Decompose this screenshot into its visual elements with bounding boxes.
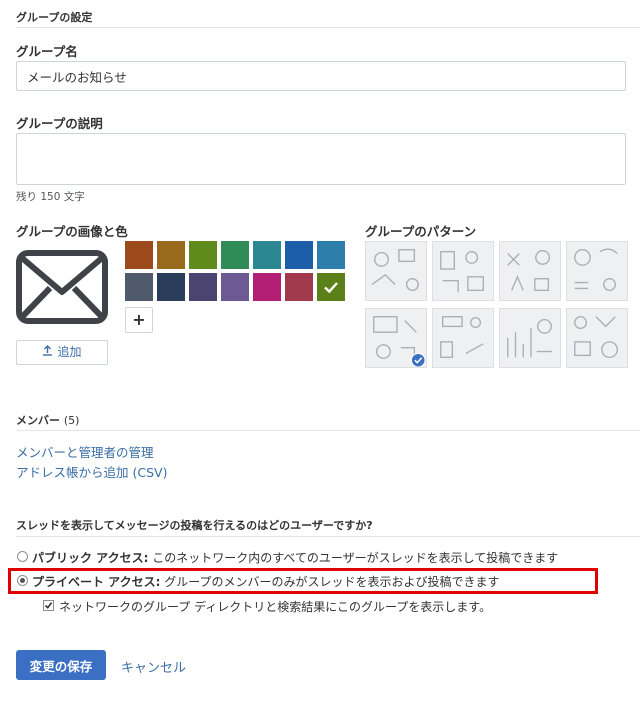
pattern-doodle xyxy=(574,316,618,359)
pattern-tile[interactable] xyxy=(432,308,494,368)
color-swatch[interactable] xyxy=(221,273,249,301)
members-title-text: メンバー xyxy=(16,414,60,427)
color-swatch[interactable] xyxy=(253,273,281,301)
group-name-label: グループ名 xyxy=(16,44,78,59)
pattern-tile[interactable] xyxy=(499,241,561,301)
divider xyxy=(16,27,640,28)
divider xyxy=(16,536,640,537)
manage-members-link[interactable]: メンバーと管理者の管理 xyxy=(16,442,154,461)
color-swatch[interactable] xyxy=(285,241,313,269)
pattern-tile[interactable] xyxy=(432,241,494,301)
check-icon xyxy=(324,282,338,294)
color-swatch[interactable] xyxy=(317,241,345,269)
section-title: グループの設定 xyxy=(16,11,93,24)
color-swatch[interactable] xyxy=(157,241,185,269)
color-swatch[interactable] xyxy=(189,273,217,301)
pattern-doodle xyxy=(440,250,484,293)
members-count: (5) xyxy=(63,414,80,427)
pattern-tile[interactable] xyxy=(566,241,628,301)
upload-label: 追加 xyxy=(57,345,82,359)
pattern-doodle xyxy=(507,318,553,358)
pattern-label: グループのパターン xyxy=(365,224,477,239)
cancel-link[interactable]: キャンセル xyxy=(121,657,186,676)
pattern-doodle xyxy=(574,248,618,292)
image-color-label: グループの画像と色 xyxy=(16,224,128,239)
pattern-doodle xyxy=(507,250,551,292)
pattern-tile[interactable] xyxy=(365,308,427,368)
color-swatch[interactable] xyxy=(285,273,313,301)
add-color-button[interactable]: + xyxy=(125,307,153,333)
upload-image-button[interactable]: 追加 xyxy=(16,340,108,365)
color-swatch[interactable] xyxy=(316,272,346,302)
pattern-doodle xyxy=(371,249,419,292)
divider xyxy=(16,430,640,431)
members-title: メンバー (5) xyxy=(16,412,79,428)
pattern-tile[interactable] xyxy=(365,241,427,301)
directory-checkbox-label[interactable]: ネットワークのグループ ディレクトリと検索結果にこのグループを表示します。 xyxy=(59,598,491,615)
public-access-text: このネットワーク内のすべてのユーザーがスレッドを表示して投稿できます xyxy=(148,551,559,565)
color-swatch[interactable] xyxy=(125,273,153,301)
group-description-label: グループの説明 xyxy=(16,116,103,131)
color-swatch[interactable] xyxy=(189,241,217,269)
public-access-radio[interactable] xyxy=(17,551,28,562)
private-access-radio[interactable] xyxy=(17,575,28,586)
pattern-doodle xyxy=(373,316,426,367)
group-name-input[interactable] xyxy=(16,61,626,91)
pattern-doodle xyxy=(440,316,484,359)
private-access-label[interactable]: プライベート アクセス: グループのメンバーのみがスレッドを表示および投稿できま… xyxy=(32,573,500,590)
color-swatch[interactable] xyxy=(125,241,153,269)
private-access-text: グループのメンバーのみがスレッドを表示および投稿できます xyxy=(160,575,500,589)
group-description-input[interactable] xyxy=(16,133,626,185)
private-access-title: プライベート アクセス: xyxy=(32,575,161,589)
import-csv-link[interactable]: アドレス帳から追加 (CSV) xyxy=(16,462,167,481)
color-swatch[interactable] xyxy=(221,241,249,269)
upload-icon xyxy=(42,341,53,364)
public-access-label[interactable]: パブリック アクセス: このネットワーク内のすべてのユーザーがスレッドを表示して… xyxy=(32,549,558,566)
chars-remaining: 残り 150 文字 xyxy=(16,191,85,203)
save-button[interactable]: 変更の保存 xyxy=(16,650,106,680)
access-question: スレッドを表示してメッセージの投稿を行えるのはどのユーザーですか? xyxy=(16,519,373,532)
pattern-tile[interactable] xyxy=(566,308,628,368)
color-swatch[interactable] xyxy=(157,273,185,301)
directory-checkbox[interactable] xyxy=(43,600,54,611)
envelope-icon[interactable] xyxy=(16,250,108,324)
color-swatch[interactable] xyxy=(253,241,281,269)
pattern-tile[interactable] xyxy=(499,308,561,368)
public-access-title: パブリック アクセス: xyxy=(32,551,149,565)
